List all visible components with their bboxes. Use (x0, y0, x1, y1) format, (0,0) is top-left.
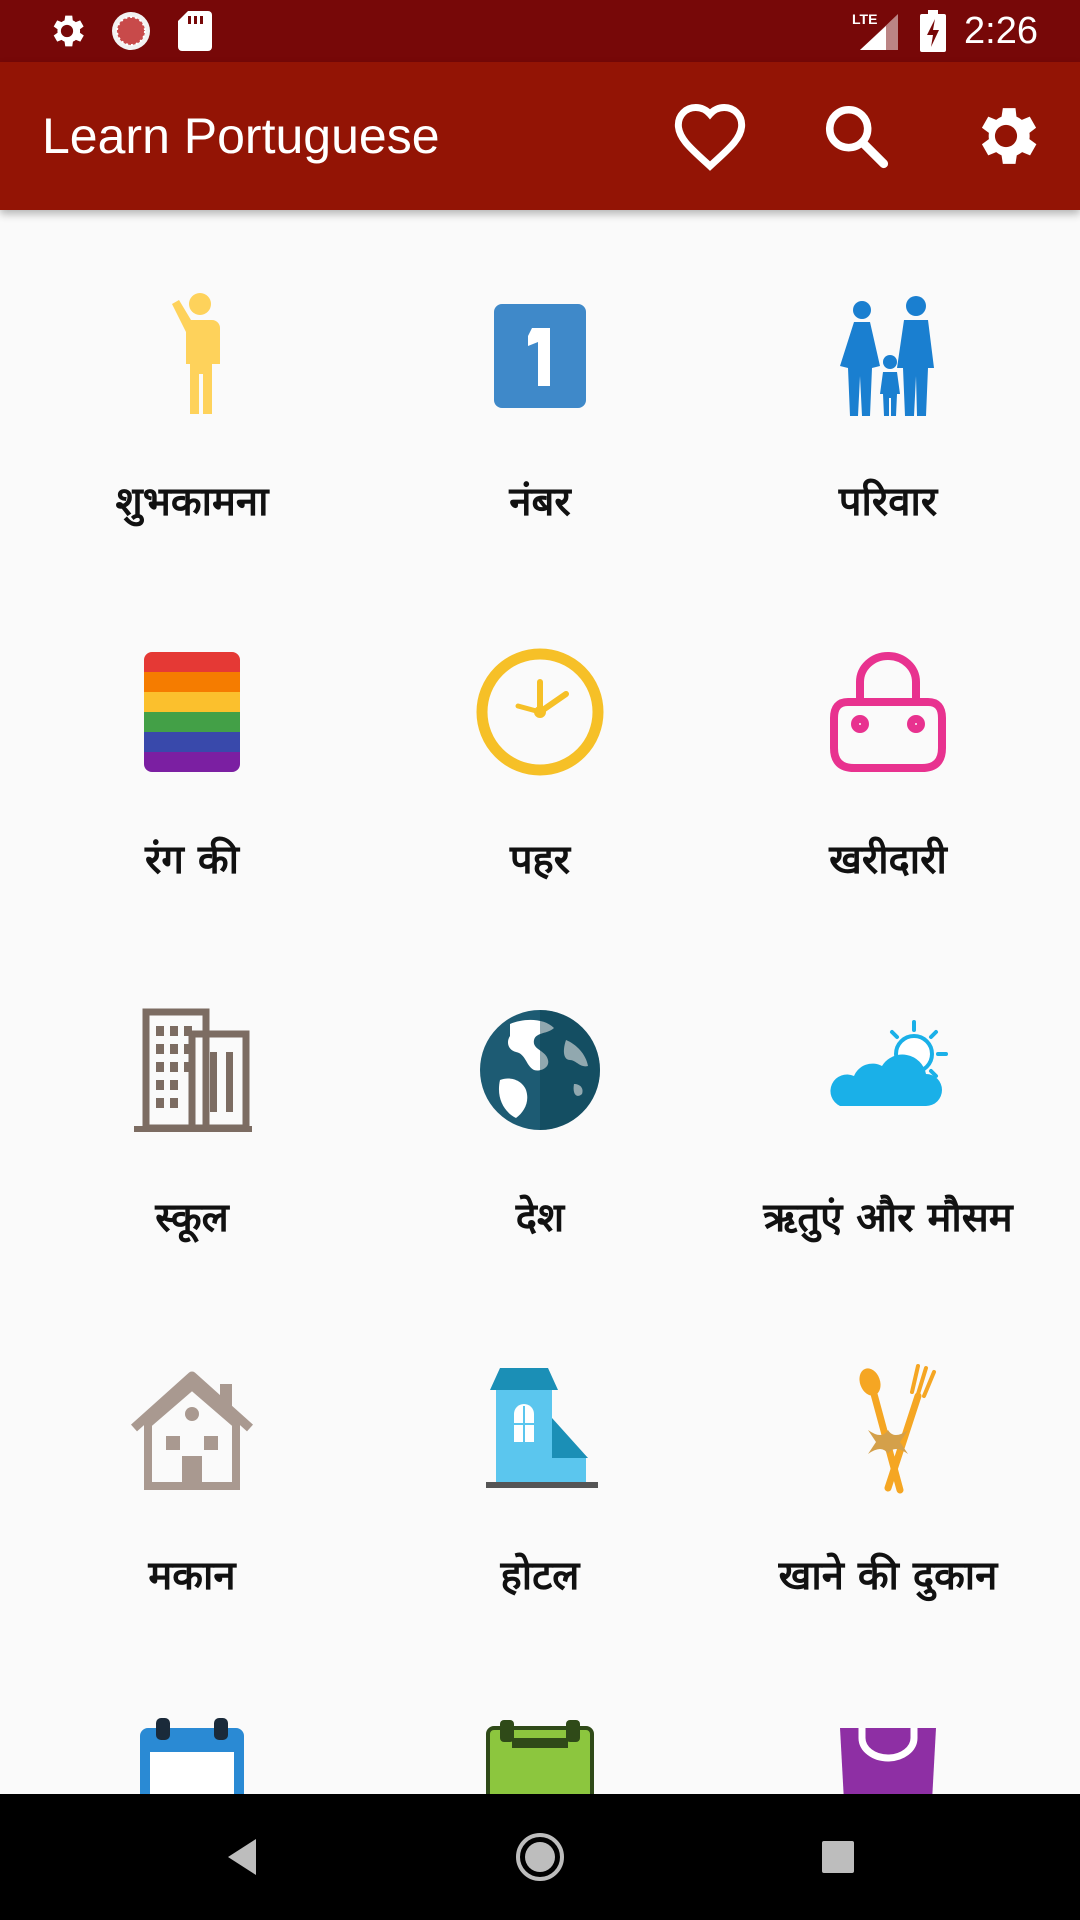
status-bar: LTE 2:26 (0, 0, 1080, 62)
board-icon (470, 1716, 610, 1794)
category-tile-numbers[interactable]: नंबर (366, 210, 714, 568)
app-title: Learn Portuguese (42, 108, 440, 164)
recents-button[interactable] (798, 1817, 878, 1897)
home-button[interactable] (500, 1817, 580, 1897)
settings-icon (981, 108, 1037, 164)
category-label: शुभकामना (115, 479, 269, 525)
category-label: होटल (500, 1553, 580, 1599)
category-tile-board[interactable] (366, 1642, 714, 1794)
category-label: देश (515, 1195, 565, 1241)
settings-icon (46, 0, 88, 62)
globe-icon (470, 1000, 610, 1140)
category-tile-restaurant[interactable]: खाने की दुकान (714, 1284, 1062, 1642)
calendar-icon (122, 1716, 262, 1794)
category-label: खाने की दुकान (778, 1553, 998, 1599)
category-label: परिवार (838, 479, 938, 525)
search-icon (825, 105, 889, 169)
handbag-icon (818, 642, 958, 782)
home-icon (516, 1833, 564, 1881)
category-tile-hotel[interactable]: होटल (366, 1284, 714, 1642)
category-tile-countries[interactable]: देश (366, 926, 714, 1284)
building-icon (122, 1000, 262, 1140)
cloud-sun-icon (818, 1000, 958, 1140)
family-icon (818, 284, 958, 424)
spoon-fork-icon (818, 1358, 958, 1498)
category-tile-colors[interactable]: रंग की (18, 568, 366, 926)
category-tile-greetings[interactable]: शुभकामना (18, 210, 366, 568)
sd-card-icon (178, 0, 212, 62)
battery-charging-icon (920, 0, 946, 62)
category-tile-house[interactable]: मकान (18, 1284, 366, 1642)
recents-icon (822, 1841, 854, 1873)
category-tile-bag[interactable] (714, 1642, 1062, 1794)
lte-signal-icon: LTE (852, 0, 900, 62)
category-tile-school[interactable]: स्कूल (18, 926, 366, 1284)
color-stripes-icon (122, 642, 262, 782)
category-grid: शुभकामना नंबर परिवार रंग की पहर खरीदारी … (0, 210, 1080, 1794)
hotel-icon (470, 1358, 610, 1498)
back-icon (228, 1839, 256, 1875)
settings-button[interactable] (958, 88, 1054, 184)
network-label: LTE (852, 11, 877, 27)
clock-time: 2:26 (964, 9, 1038, 52)
category-label: नंबर (509, 479, 571, 525)
number-one-icon (470, 284, 610, 424)
category-label: ऋतुएं और मौसम (763, 1195, 1013, 1241)
category-label: खरीदारी (829, 837, 947, 883)
favorite-icon (674, 104, 746, 171)
clock-icon (470, 642, 610, 782)
category-tile-calendar[interactable] (18, 1642, 366, 1794)
category-tile-family[interactable]: परिवार (714, 210, 1062, 568)
navigation-bar (0, 1794, 1080, 1920)
person-waving-icon (122, 284, 262, 424)
loading-icon (110, 0, 152, 62)
category-tile-shopping[interactable]: खरीदारी (714, 568, 1062, 926)
category-tile-time[interactable]: पहर (366, 568, 714, 926)
category-label: स्कूल (155, 1195, 229, 1241)
back-button[interactable] (202, 1817, 282, 1897)
category-label: मकान (148, 1553, 236, 1599)
app-bar: Learn Portuguese (0, 62, 1080, 210)
category-tile-seasons-weather[interactable]: ऋतुएं और मौसम (714, 926, 1062, 1284)
search-button[interactable] (808, 88, 904, 184)
bag-icon (818, 1716, 958, 1794)
category-label: पहर (509, 837, 571, 883)
category-label: रंग की (145, 837, 239, 883)
favorite-button[interactable] (662, 88, 758, 184)
house-icon (122, 1358, 262, 1498)
